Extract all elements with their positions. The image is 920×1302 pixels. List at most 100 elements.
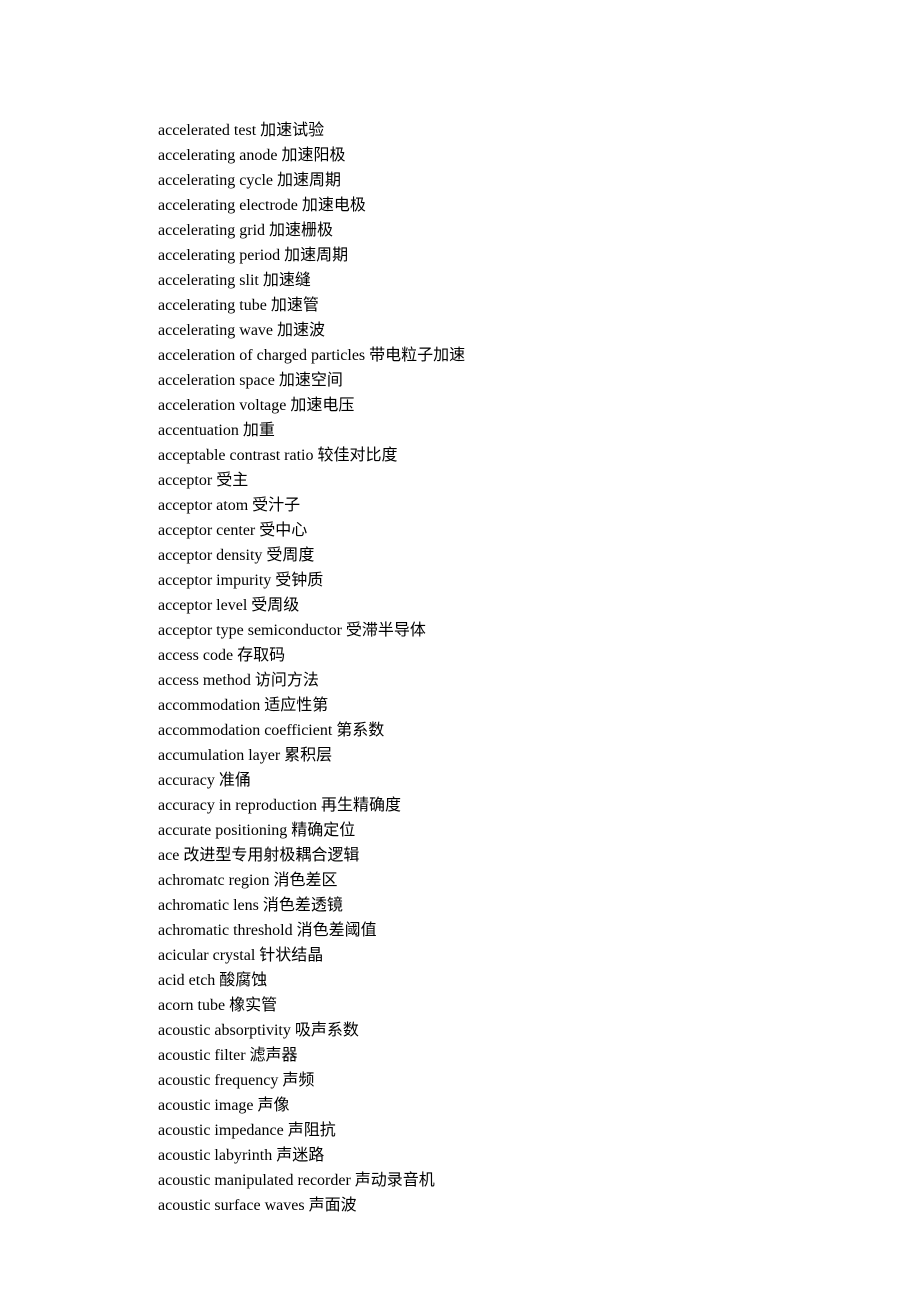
term-chinese: 声频 [282,1072,314,1089]
term-chinese: 精确定位 [291,822,355,839]
term-english: accommodation coefficient [158,722,332,739]
glossary-entry: accelerating anode 加速阳极 [158,143,920,168]
term-chinese: 滤声器 [250,1047,298,1064]
term-chinese: 受汁子 [252,497,300,514]
glossary-entry: accelerating wave 加速波 [158,318,920,343]
term-english: accurate positioning [158,822,287,839]
term-chinese: 受中心 [259,522,307,539]
term-english: accelerating wave [158,322,273,339]
term-english: accelerating slit [158,272,259,289]
term-english: acoustic frequency [158,1072,278,1089]
term-english: accentuation [158,422,239,439]
glossary-entry: acoustic impedance 声阻抗 [158,1118,920,1143]
glossary-entry: acceptor density 受周度 [158,543,920,568]
term-chinese: 加速栅极 [269,222,333,239]
glossary-entry: acceptor level 受周级 [158,593,920,618]
glossary-entry: acoustic surface waves 声面波 [158,1193,920,1218]
glossary-entry: accommodation coefficient 第系数 [158,718,920,743]
term-chinese: 声像 [258,1097,290,1114]
term-chinese: 声阻抗 [288,1122,336,1139]
term-chinese: 受主 [216,472,248,489]
term-chinese: 吸声系数 [295,1022,359,1039]
glossary-entry: accelerating tube 加速管 [158,293,920,318]
term-chinese: 加速波 [277,322,325,339]
term-chinese: 加速周期 [277,172,341,189]
term-chinese: 加速周期 [284,247,348,264]
glossary-entry: accelerating grid 加速栅极 [158,218,920,243]
term-english: acoustic labyrinth [158,1147,272,1164]
glossary-entry: acceleration of charged particles 带电粒子加速 [158,343,920,368]
glossary-entry: accelerated test 加速试验 [158,118,920,143]
glossary-entry: achromatic lens 消色差透镜 [158,893,920,918]
glossary-list: accelerated test 加速试验accelerating anode … [158,118,920,1218]
term-chinese: 加速电压 [290,397,354,414]
term-english: acoustic impedance [158,1122,284,1139]
glossary-entry: acoustic labyrinth 声迷路 [158,1143,920,1168]
term-english: access code [158,647,233,664]
term-chinese: 声迷路 [276,1147,324,1164]
term-english: achromatic lens [158,897,259,914]
term-english: acorn tube [158,997,225,1014]
glossary-entry: accumulation layer 累积层 [158,743,920,768]
term-english: acceptor atom [158,497,248,514]
term-english: acceleration of charged particles [158,347,365,364]
term-chinese: 受滞半导体 [346,622,426,639]
glossary-entry: ace 改进型专用射极耦合逻辑 [158,843,920,868]
term-english: acoustic absorptivity [158,1022,291,1039]
term-chinese: 存取码 [237,647,285,664]
term-chinese: 访问方法 [255,672,319,689]
glossary-entry: accelerating period 加速周期 [158,243,920,268]
term-english: acceptor level [158,597,247,614]
glossary-entry: accuracy in reproduction 再生精确度 [158,793,920,818]
term-english: acceleration voltage [158,397,286,414]
term-english: accelerating cycle [158,172,273,189]
glossary-entry: achromatic threshold 消色差阈值 [158,918,920,943]
term-chinese: 加速缝 [263,272,311,289]
term-english: acceptor center [158,522,255,539]
term-chinese: 准俑 [219,772,251,789]
term-english: accumulation layer [158,747,280,764]
glossary-entry: acicular crystal 针状结晶 [158,943,920,968]
term-english: acceleration space [158,372,275,389]
glossary-entry: acoustic image 声像 [158,1093,920,1118]
glossary-entry: accelerating slit 加速缝 [158,268,920,293]
term-english: accelerating grid [158,222,265,239]
glossary-entry: accelerating electrode 加速电极 [158,193,920,218]
glossary-entry: access method 访问方法 [158,668,920,693]
glossary-entry: acceptor atom 受汁子 [158,493,920,518]
term-chinese: 加速试验 [260,122,324,139]
glossary-entry: acorn tube 橡实管 [158,993,920,1018]
glossary-entry: accelerating cycle 加速周期 [158,168,920,193]
term-chinese: 针状结晶 [259,947,323,964]
glossary-entry: access code 存取码 [158,643,920,668]
term-english: acid etch [158,972,215,989]
glossary-entry: acid etch 酸腐蚀 [158,968,920,993]
term-english: achromatc region [158,872,270,889]
term-english: accelerating electrode [158,197,298,214]
term-chinese: 消色差阈值 [297,922,377,939]
glossary-entry: accuracy 准俑 [158,768,920,793]
term-chinese: 酸腐蚀 [219,972,267,989]
term-chinese: 改进型专用射极耦合逻辑 [183,847,359,864]
glossary-entry: acceptor 受主 [158,468,920,493]
glossary-entry: acceleration voltage 加速电压 [158,393,920,418]
term-chinese: 加速阳极 [281,147,345,164]
term-chinese: 消色差透镜 [263,897,343,914]
term-chinese: 加速空间 [279,372,343,389]
term-chinese: 受钟质 [275,572,323,589]
term-english: acoustic manipulated recorder [158,1172,351,1189]
glossary-entry: accurate positioning 精确定位 [158,818,920,843]
glossary-entry: acceleration space 加速空间 [158,368,920,393]
glossary-entry: achromatc region 消色差区 [158,868,920,893]
term-chinese: 累积层 [284,747,332,764]
term-chinese: 声面波 [309,1197,357,1214]
term-chinese: 带电粒子加速 [369,347,465,364]
term-chinese: 再生精确度 [321,797,401,814]
term-english: acoustic filter [158,1047,246,1064]
glossary-entry: accentuation 加重 [158,418,920,443]
glossary-entry: acoustic absorptivity 吸声系数 [158,1018,920,1043]
term-english: acceptor density [158,547,262,564]
glossary-entry: acoustic frequency 声频 [158,1068,920,1093]
glossary-entry: accommodation 适应性第 [158,693,920,718]
term-english: acoustic image [158,1097,254,1114]
